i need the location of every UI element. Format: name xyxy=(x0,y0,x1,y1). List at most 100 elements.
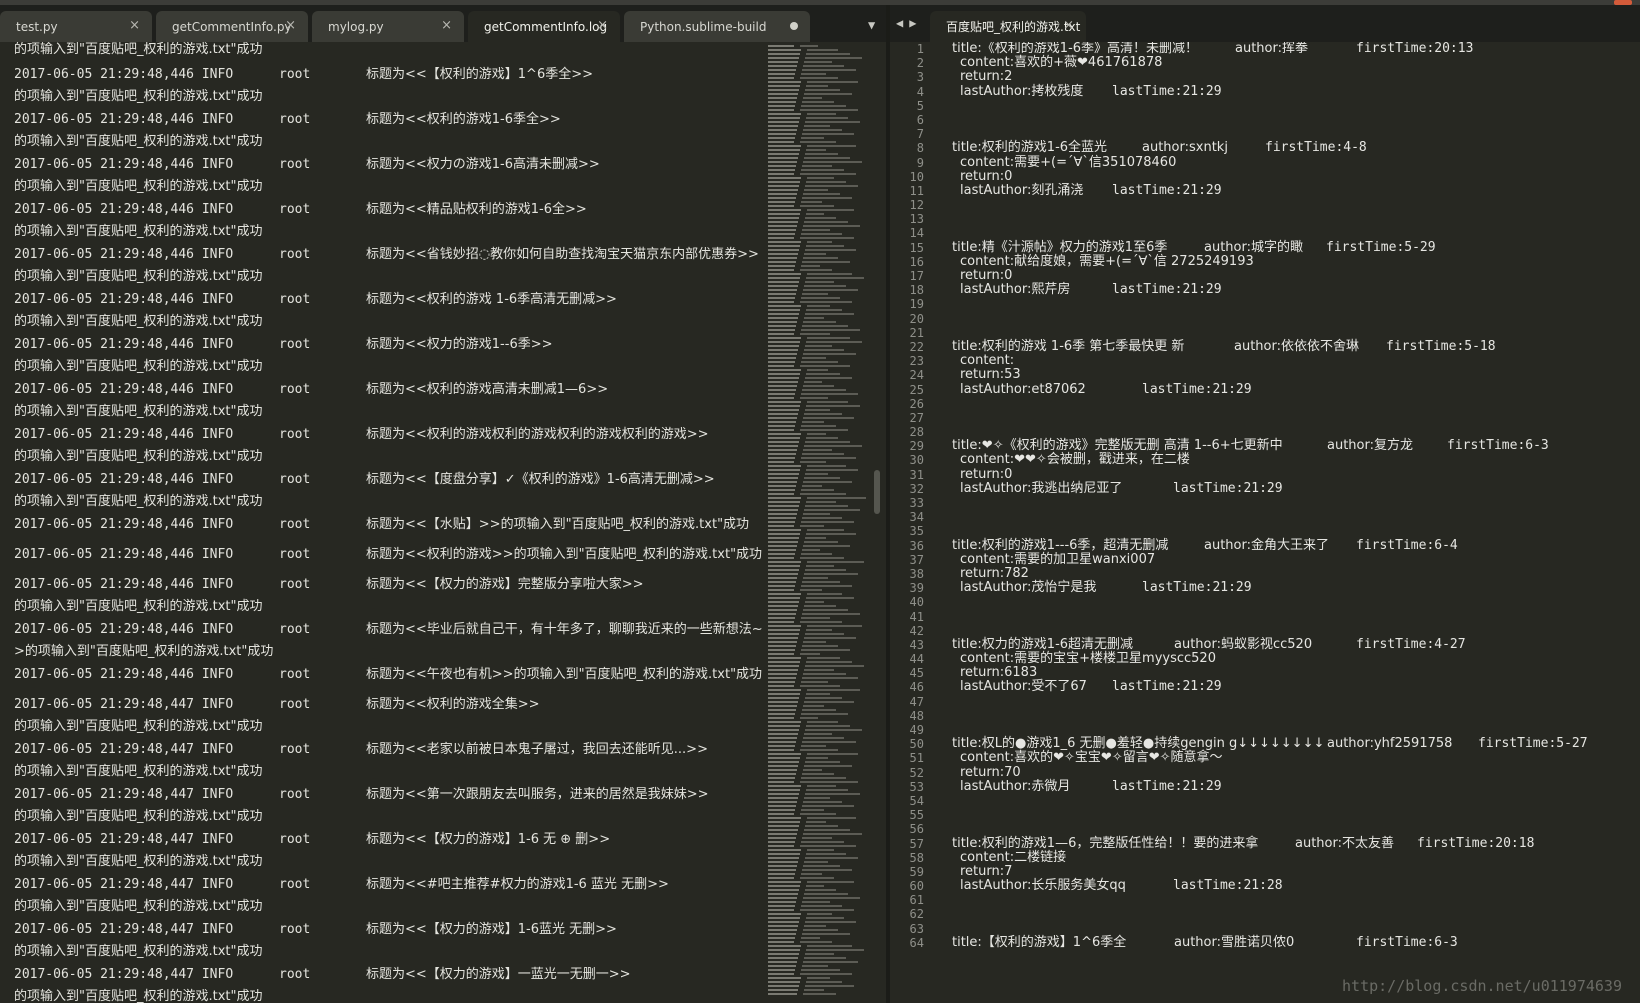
log-continuation: 的项输入到"百度贴吧_权利的游戏.txt"成功 xyxy=(14,179,263,194)
minimap-line xyxy=(768,325,868,328)
tab-getcommentinfo-py[interactable]: getCommentInfo.py × xyxy=(156,11,308,42)
minimap-line xyxy=(768,773,868,776)
log-message: 标题为<<权利的游戏高清未删减1—6>> xyxy=(366,382,609,397)
tab-mylog-py[interactable]: mylog.py × xyxy=(312,11,464,42)
log-entry: 2017-06-05 21:29:48,446 INFO root 标题为<<权利的… xyxy=(14,109,768,154)
tab-nav-arrows-icon[interactable]: ◀▶ xyxy=(896,16,922,30)
post-field: content:需要的宝宝+楼楼卫星myyscc520 xyxy=(960,651,1216,667)
minimap-line xyxy=(768,717,868,720)
minimap-line xyxy=(768,305,868,308)
minimap-line xyxy=(768,101,868,104)
minimap-line xyxy=(768,173,868,176)
log-message: 标题为<<【度盘分享】✓《权利的游戏》1-6高清无删减>> xyxy=(366,472,715,487)
close-icon[interactable]: × xyxy=(1063,18,1074,33)
log-line: 2017-06-05 21:29:48,446 INFO root 标题为<<毕业后… xyxy=(14,619,768,641)
text-line xyxy=(952,226,1640,240)
tab-python-sublime-build[interactable]: Python.sublime-build xyxy=(624,11,810,42)
close-icon[interactable]: × xyxy=(129,18,140,33)
minimap-line xyxy=(768,257,868,260)
tab-test-py[interactable]: test.py × xyxy=(0,11,152,42)
minimap-line xyxy=(768,945,868,948)
text-line xyxy=(952,99,1640,113)
unsaved-dot-icon[interactable] xyxy=(790,22,798,30)
log-continuation: 的项输入到"百度贴吧_权利的游戏.txt"成功 xyxy=(14,944,263,959)
log-timestamp: 2017-06-05 21:29:48,446 INFO xyxy=(14,247,234,262)
minimap-line xyxy=(768,921,868,924)
close-icon[interactable]: × xyxy=(597,18,608,33)
log-logger: root xyxy=(279,697,311,712)
log-line: 2017-06-05 21:29:48,446 INFO root 标题为<<【度盘… xyxy=(14,469,768,491)
tab-dropdown-icon[interactable]: ▼ xyxy=(868,18,875,32)
post-last-author: lastAuthor:长乐服务美女qq xyxy=(960,878,1126,894)
log-line: 2017-06-05 21:29:48,446 INFO root 标题为<<权利的… xyxy=(14,109,768,131)
minimap-line xyxy=(768,333,868,336)
line-number: 11 xyxy=(909,183,924,198)
minimap-line xyxy=(768,285,868,288)
line-number: 15 xyxy=(909,240,924,255)
minimap-line xyxy=(768,217,868,220)
log-continuation: >的项输入到"百度贴吧_权利的游戏.txt"成功 xyxy=(14,644,274,659)
log-message: 标题为<<权利的游戏全集>> xyxy=(366,697,540,712)
post-field: return:0 xyxy=(960,168,1013,184)
minimap-line xyxy=(768,673,868,676)
line-number: 45 xyxy=(909,666,924,681)
tab-getcommentinfo-log[interactable]: getCommentInfo.log × xyxy=(468,11,620,42)
log-line: 2017-06-05 21:29:48,446 INFO root 标题为<<午夜也… xyxy=(14,664,768,686)
minimap-line xyxy=(768,985,868,988)
log-message: 标题为<<权利的游戏1-6季全>> xyxy=(366,112,561,127)
text-line: lastAuthor:受不了67 lastTime:21:29 xyxy=(952,680,1640,694)
text-line xyxy=(952,893,1640,907)
minimap-line xyxy=(768,293,868,296)
line-number: 64 xyxy=(909,935,924,950)
close-icon[interactable]: × xyxy=(285,18,296,33)
log-text-area[interactable]: 的项输入到"百度贴吧_权利的游戏.txt"成功 2017-06-05 21:29… xyxy=(0,42,768,1003)
minimap[interactable] xyxy=(768,45,868,1003)
line-number: 61 xyxy=(909,893,924,908)
minimap-line xyxy=(768,125,868,128)
vertical-scrollbar[interactable] xyxy=(874,470,880,514)
tab-baidu-txt[interactable]: 百度贴吧_权利的游戏.txt × xyxy=(930,11,1086,42)
minimap-line xyxy=(768,981,868,984)
log-message: 标题为<<老家以前被日本鬼子屠过，我回去还能听见...>> xyxy=(366,742,708,757)
line-number: 32 xyxy=(909,481,924,496)
minimap-line xyxy=(768,49,868,52)
minimap-line xyxy=(768,877,868,880)
line-number: 6 xyxy=(916,112,924,127)
log-message: 标题为<<权利的游戏 1-6季高清无删减>> xyxy=(366,292,617,307)
minimap-line xyxy=(768,261,868,264)
post-author: author:金角大王来了 xyxy=(1204,537,1329,553)
line-number: 60 xyxy=(909,879,924,894)
log-line: 2017-06-05 21:29:48,447 INFO root 标题为<<#吧主… xyxy=(14,874,768,896)
line-number: 20 xyxy=(909,311,924,326)
post-last-time: lastTime:21:29 xyxy=(1173,480,1283,496)
log-timestamp: 2017-06-05 21:29:48,446 INFO xyxy=(14,382,234,397)
tab-label: getCommentInfo.py xyxy=(172,19,292,34)
post-author: author:复方龙 xyxy=(1327,438,1413,454)
minimap-line xyxy=(768,57,868,60)
minimap-line xyxy=(768,833,868,836)
minimap-line xyxy=(768,713,868,716)
minimap-line xyxy=(768,733,868,736)
text-line: return:782 xyxy=(952,566,1640,581)
line-number: 7 xyxy=(916,127,924,142)
log-entry: 2017-06-05 21:29:48,446 INFO root 标题为<<午夜也… xyxy=(14,664,768,694)
close-icon[interactable]: × xyxy=(441,18,452,33)
log-continuation: 的项输入到"百度贴吧_权利的游戏.txt"成功 xyxy=(14,89,263,104)
minimap-line xyxy=(768,905,868,908)
minimap-line xyxy=(768,941,868,944)
log-entry: 2017-06-05 21:29:48,446 INFO root 标题为<<毕业后… xyxy=(14,619,768,664)
minimap-line xyxy=(768,413,868,416)
minimap-line xyxy=(768,529,868,532)
log-continuation: 的项输入到"百度贴吧_权利的游戏.txt"成功 xyxy=(14,404,263,419)
post-title: title:权利的游戏1-6全蓝光 xyxy=(952,140,1108,156)
minimap-line xyxy=(768,749,868,752)
minimap-line xyxy=(768,357,868,360)
line-number: 18 xyxy=(909,283,924,298)
line-number: 1 xyxy=(916,42,924,56)
txt-text-area[interactable]: title:《权利的游戏1-6季》高清！未删减！ author:挥拳 firstTi… xyxy=(952,42,1640,1003)
line-number: 63 xyxy=(909,921,924,936)
minimap-line xyxy=(768,561,868,564)
minimap-line xyxy=(768,53,868,56)
post-last-author: lastAuthor:刻孔涌浇 xyxy=(960,182,1084,198)
post-author: author:依依依不舍琳 xyxy=(1234,338,1359,354)
